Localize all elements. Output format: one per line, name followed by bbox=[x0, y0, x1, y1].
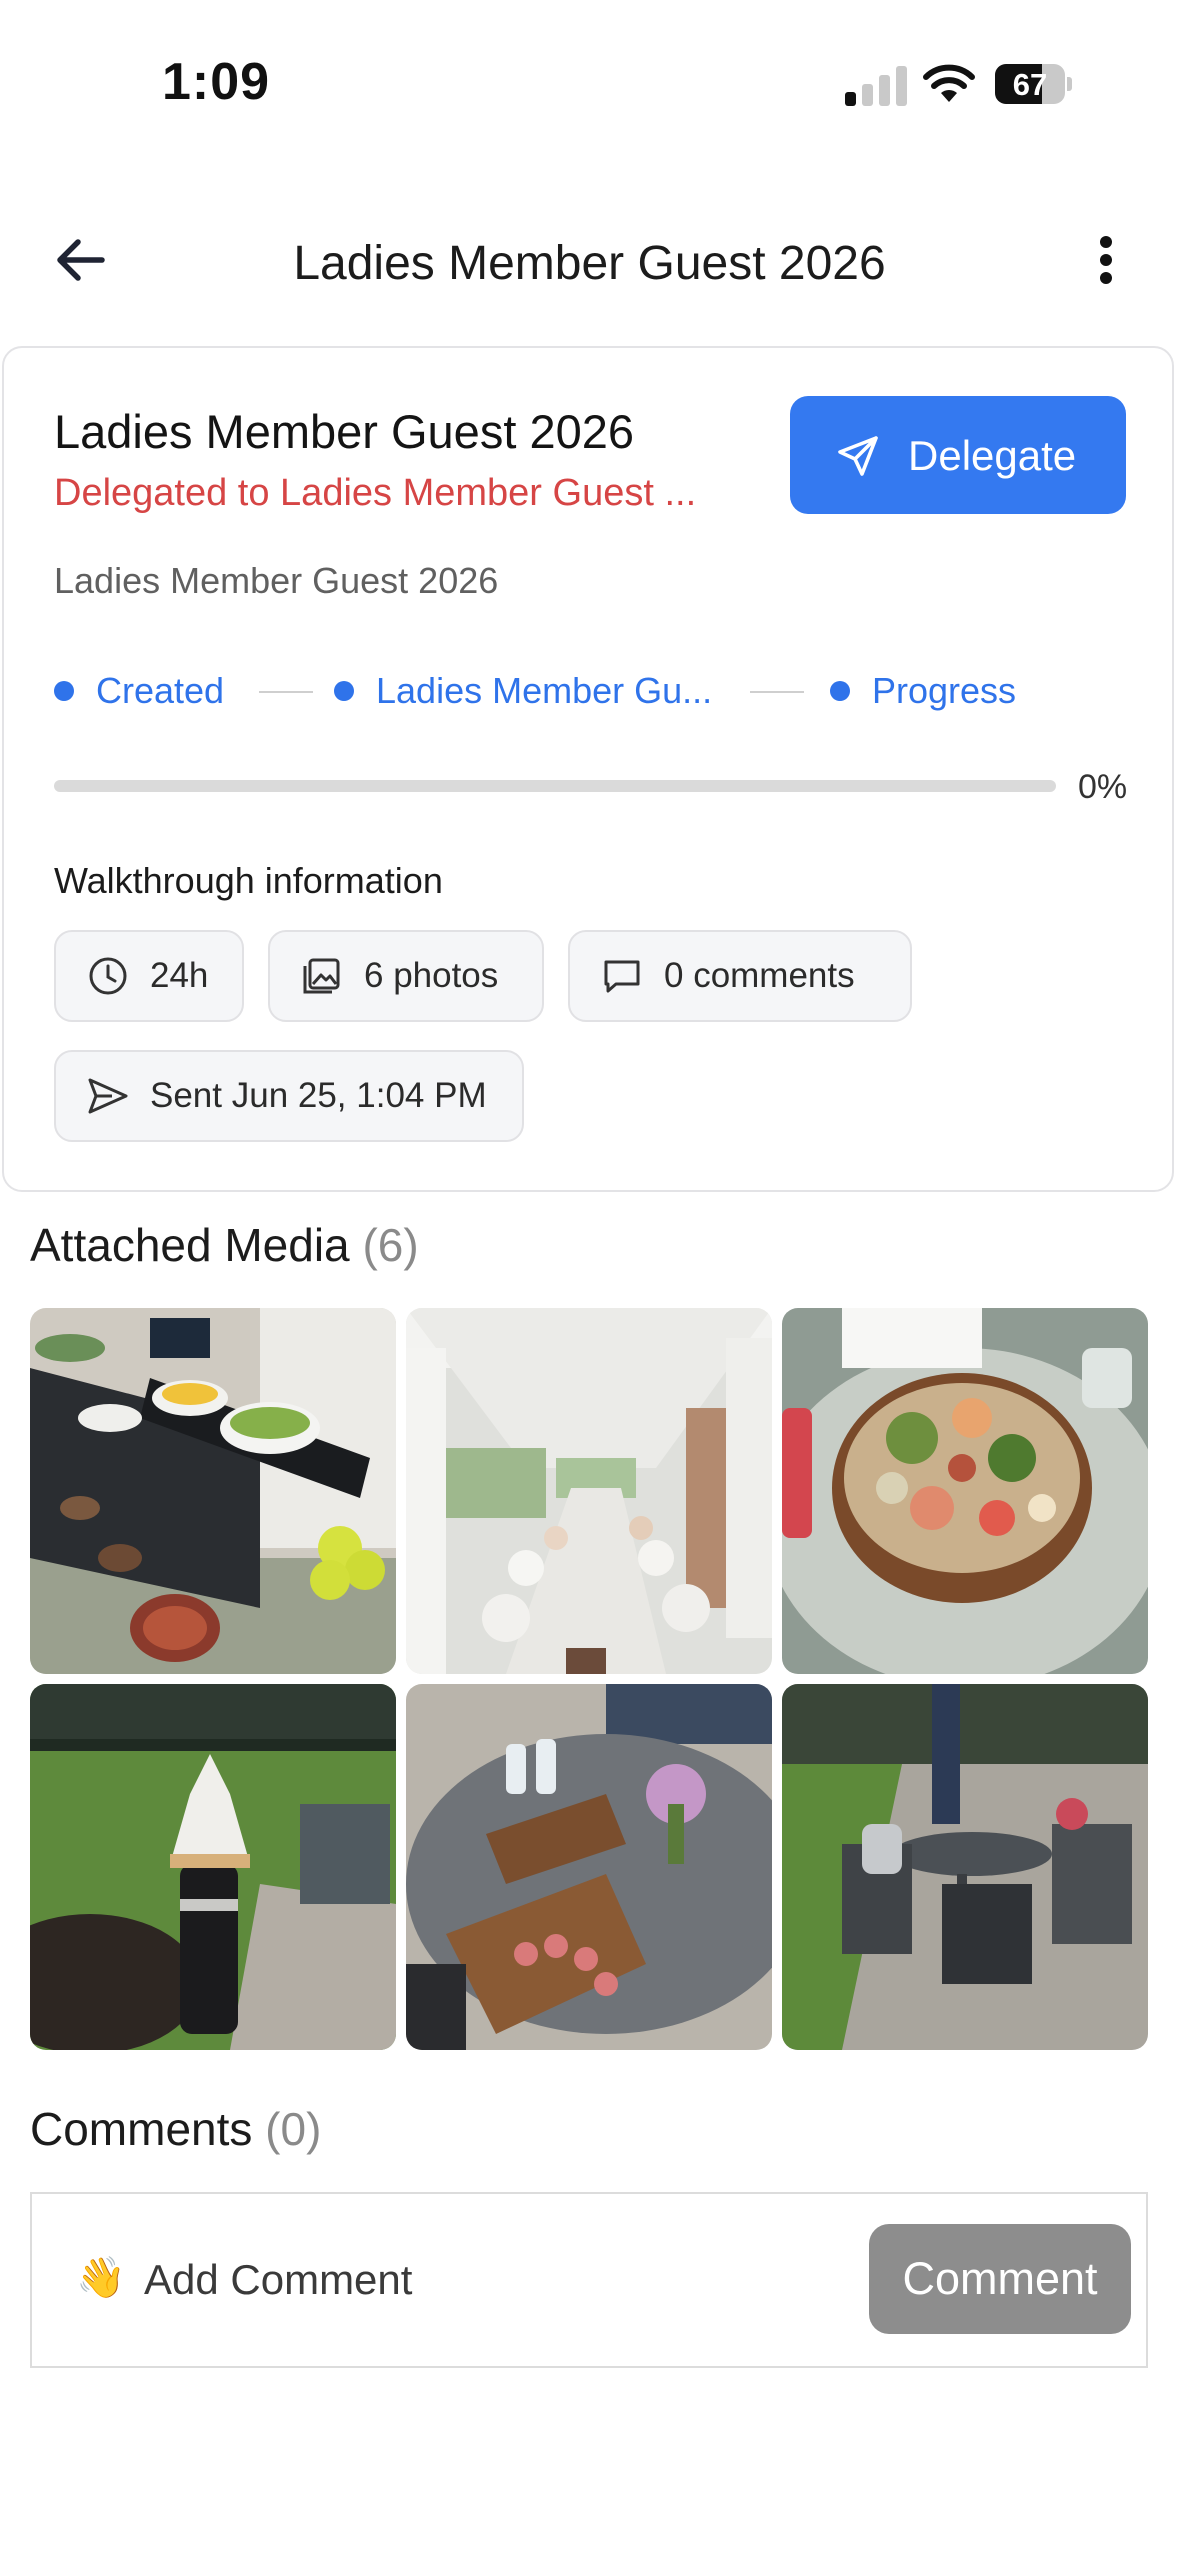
step-created: Created bbox=[54, 666, 224, 716]
cellular-signal-icon bbox=[845, 64, 907, 106]
clock-icon bbox=[89, 957, 127, 995]
comment-composer: 👋 Add Comment Comment bbox=[30, 2192, 1148, 2368]
more-vertical-icon[interactable] bbox=[1090, 228, 1122, 292]
send-icon bbox=[88, 1078, 128, 1114]
section-title: Attached Media bbox=[30, 1219, 350, 1271]
walkthrough-card: Ladies Member Guest 2026 Delegated to La… bbox=[2, 346, 1174, 1192]
chip-label: Sent Jun 25, 1:04 PM bbox=[150, 1076, 487, 1115]
card-title: Ladies Member Guest 2026 bbox=[54, 405, 634, 458]
patio-table-photo[interactable] bbox=[406, 1684, 772, 2050]
status-time: 1:09 bbox=[162, 53, 271, 111]
step-connector bbox=[750, 691, 804, 693]
poke-bowl-photo[interactable] bbox=[782, 1308, 1148, 1674]
send-outline-icon bbox=[838, 436, 878, 476]
comment-icon bbox=[604, 960, 640, 993]
comments-count: (0) bbox=[265, 2103, 322, 2155]
duration-chip: 24h bbox=[54, 930, 244, 1022]
porch-dining-photo[interactable] bbox=[406, 1308, 772, 1674]
comments-chip: 0 comments bbox=[568, 930, 912, 1022]
progress-percent: 0% bbox=[1078, 768, 1128, 806]
battery-icon: 67 bbox=[995, 64, 1072, 104]
section-title: Comments bbox=[30, 2103, 253, 2155]
delegated-to-label: Delegated to Ladies Member Guest ... bbox=[54, 472, 697, 514]
waving-hand-icon: 👋 bbox=[76, 2256, 126, 2300]
chip-label: 0 comments bbox=[664, 956, 855, 995]
chip-label: 24h bbox=[150, 956, 209, 995]
step-label: Ladies Member Gu... bbox=[376, 670, 713, 711]
step-progress: Progress bbox=[830, 666, 1016, 716]
sent-chip: Sent Jun 25, 1:04 PM bbox=[54, 1050, 524, 1142]
battery-percent: 67 bbox=[1012, 67, 1048, 102]
chip-label: 6 photos bbox=[364, 956, 499, 995]
card-description: Ladies Member Guest 2026 bbox=[54, 560, 499, 601]
photos-chip: 6 photos bbox=[268, 930, 544, 1022]
comment-button[interactable]: Comment bbox=[869, 2224, 1131, 2334]
towel-stand-photo[interactable] bbox=[30, 1684, 396, 2050]
photos-icon bbox=[303, 958, 340, 994]
step-label: Created bbox=[96, 670, 225, 711]
step-connector bbox=[259, 691, 313, 693]
delegate-button[interactable]: Delegate bbox=[790, 396, 1126, 514]
status-steps: Created Ladies Member Gu... Progress bbox=[54, 666, 1054, 716]
patio-chairs-photo[interactable] bbox=[782, 1684, 1148, 2050]
comment-input[interactable]: Add Comment bbox=[144, 2256, 412, 2304]
progress-bar bbox=[54, 780, 1056, 792]
comments-title: Comments (0) bbox=[30, 2102, 321, 2156]
page-title: Ladies Member Guest 2026 bbox=[293, 237, 886, 290]
delegate-button-label: Delegate bbox=[908, 432, 1077, 479]
media-count: (6) bbox=[362, 1219, 419, 1271]
buffet-photo[interactable] bbox=[30, 1308, 396, 1674]
wifi-icon bbox=[923, 64, 975, 102]
step-delegated: Ladies Member Gu... bbox=[334, 666, 712, 716]
walkthrough-info-title: Walkthrough information bbox=[54, 860, 443, 901]
status-bar: 1:09 67 bbox=[0, 0, 1179, 150]
step-label: Progress bbox=[872, 670, 1017, 711]
attached-media-title: Attached Media (6) bbox=[30, 1218, 419, 1272]
